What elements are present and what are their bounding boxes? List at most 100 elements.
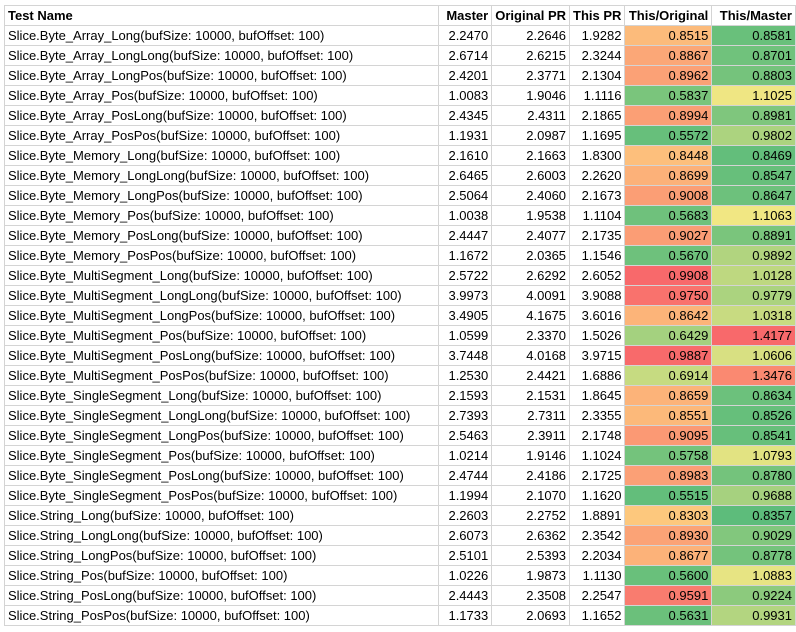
original-pr-cell[interactable]: 2.6003 bbox=[491, 165, 571, 186]
master-cell[interactable]: 2.2603 bbox=[438, 505, 493, 526]
this-master-cell[interactable]: 0.9892 bbox=[711, 245, 796, 266]
master-cell[interactable]: 1.0083 bbox=[438, 85, 493, 106]
this-master-cell[interactable]: 0.9224 bbox=[711, 585, 796, 606]
original-pr-cell[interactable]: 2.0365 bbox=[491, 245, 571, 266]
original-pr-cell[interactable]: 2.3771 bbox=[491, 65, 571, 86]
this-pr-cell[interactable]: 3.9088 bbox=[569, 285, 626, 306]
original-pr-cell[interactable]: 2.6215 bbox=[491, 45, 571, 66]
this-pr-cell[interactable]: 1.8645 bbox=[569, 385, 626, 406]
this-original-cell[interactable]: 0.9750 bbox=[624, 285, 713, 306]
test-name-cell[interactable]: Slice.Byte_Memory_LongPos(bufSize: 10000… bbox=[3, 185, 440, 206]
original-pr-cell[interactable]: 2.0693 bbox=[491, 605, 571, 626]
test-name-cell[interactable]: Slice.Byte_SingleSegment_Pos(bufSize: 10… bbox=[3, 445, 440, 466]
original-pr-cell[interactable]: 2.1070 bbox=[491, 485, 571, 506]
this-master-cell[interactable]: 0.9779 bbox=[711, 285, 796, 306]
test-name-cell[interactable]: Slice.Byte_MultiSegment_Pos(bufSize: 100… bbox=[3, 325, 440, 346]
this-pr-cell[interactable]: 2.3355 bbox=[569, 405, 626, 426]
test-name-cell[interactable]: Slice.Byte_Array_LongPos(bufSize: 10000,… bbox=[3, 65, 440, 86]
this-master-cell[interactable]: 1.0883 bbox=[711, 565, 796, 586]
original-pr-cell[interactable]: 4.0091 bbox=[491, 285, 571, 306]
this-pr-cell[interactable]: 1.6886 bbox=[569, 365, 626, 386]
this-master-cell[interactable]: 1.0128 bbox=[711, 265, 796, 286]
test-name-cell[interactable]: Slice.Byte_SingleSegment_Long(bufSize: 1… bbox=[3, 385, 440, 406]
this-master-cell[interactable]: 0.8357 bbox=[711, 505, 796, 526]
master-cell[interactable]: 2.4744 bbox=[438, 465, 493, 486]
master-cell[interactable]: 2.1610 bbox=[438, 145, 493, 166]
this-master-cell[interactable]: 0.8634 bbox=[711, 385, 796, 406]
original-pr-cell[interactable]: 1.9046 bbox=[491, 85, 571, 106]
test-name-cell[interactable]: Slice.String_Pos(bufSize: 10000, bufOffs… bbox=[3, 565, 440, 586]
master-cell[interactable]: 1.0226 bbox=[438, 565, 493, 586]
master-cell[interactable]: 2.6465 bbox=[438, 165, 493, 186]
master-cell[interactable]: 2.4447 bbox=[438, 225, 493, 246]
original-pr-cell[interactable]: 2.4077 bbox=[491, 225, 571, 246]
master-cell[interactable]: 2.5064 bbox=[438, 185, 493, 206]
this-original-cell[interactable]: 0.8642 bbox=[624, 305, 713, 326]
original-pr-cell[interactable]: 2.3508 bbox=[491, 585, 571, 606]
original-pr-cell[interactable]: 2.2646 bbox=[491, 25, 571, 46]
this-original-cell[interactable]: 0.8659 bbox=[624, 385, 713, 406]
this-original-cell[interactable]: 0.9027 bbox=[624, 225, 713, 246]
this-master-cell[interactable]: 1.0606 bbox=[711, 345, 796, 366]
header-this-original[interactable]: This/Original bbox=[624, 5, 713, 26]
this-master-cell[interactable]: 1.0793 bbox=[711, 445, 796, 466]
this-original-cell[interactable]: 0.8448 bbox=[624, 145, 713, 166]
master-cell[interactable]: 1.1733 bbox=[438, 605, 493, 626]
test-name-cell[interactable]: Slice.Byte_Memory_PosPos(bufSize: 10000,… bbox=[3, 245, 440, 266]
this-pr-cell[interactable]: 1.8300 bbox=[569, 145, 626, 166]
master-cell[interactable]: 1.2530 bbox=[438, 365, 493, 386]
master-cell[interactable]: 3.4905 bbox=[438, 305, 493, 326]
this-master-cell[interactable]: 0.9931 bbox=[711, 605, 796, 626]
original-pr-cell[interactable]: 2.3911 bbox=[491, 425, 571, 446]
master-cell[interactable]: 1.1672 bbox=[438, 245, 493, 266]
master-cell[interactable]: 3.9973 bbox=[438, 285, 493, 306]
master-cell[interactable]: 2.6714 bbox=[438, 45, 493, 66]
master-cell[interactable]: 1.0214 bbox=[438, 445, 493, 466]
this-master-cell[interactable]: 1.1025 bbox=[711, 85, 796, 106]
test-name-cell[interactable]: Slice.Byte_Memory_PosLong(bufSize: 10000… bbox=[3, 225, 440, 246]
master-cell[interactable]: 2.1593 bbox=[438, 385, 493, 406]
master-cell[interactable]: 2.6073 bbox=[438, 525, 493, 546]
master-cell[interactable]: 1.0599 bbox=[438, 325, 493, 346]
this-master-cell[interactable]: 0.9688 bbox=[711, 485, 796, 506]
this-pr-cell[interactable]: 2.2620 bbox=[569, 165, 626, 186]
test-name-cell[interactable]: Slice.Byte_Array_Long(bufSize: 10000, bu… bbox=[3, 25, 440, 46]
original-pr-cell[interactable]: 2.3370 bbox=[491, 325, 571, 346]
this-original-cell[interactable]: 0.5758 bbox=[624, 445, 713, 466]
master-cell[interactable]: 2.5101 bbox=[438, 545, 493, 566]
test-name-cell[interactable]: Slice.Byte_SingleSegment_PosPos(bufSize:… bbox=[3, 485, 440, 506]
this-pr-cell[interactable]: 1.1024 bbox=[569, 445, 626, 466]
this-original-cell[interactable]: 0.8699 bbox=[624, 165, 713, 186]
master-cell[interactable]: 2.4345 bbox=[438, 105, 493, 126]
this-pr-cell[interactable]: 2.1865 bbox=[569, 105, 626, 126]
this-pr-cell[interactable]: 1.5026 bbox=[569, 325, 626, 346]
this-pr-cell[interactable]: 2.2034 bbox=[569, 545, 626, 566]
this-original-cell[interactable]: 0.5631 bbox=[624, 605, 713, 626]
this-pr-cell[interactable]: 1.1620 bbox=[569, 485, 626, 506]
this-pr-cell[interactable]: 2.1304 bbox=[569, 65, 626, 86]
this-master-cell[interactable]: 0.8526 bbox=[711, 405, 796, 426]
test-name-cell[interactable]: Slice.Byte_SingleSegment_LongLong(bufSiz… bbox=[3, 405, 440, 426]
original-pr-cell[interactable]: 2.6292 bbox=[491, 265, 571, 286]
original-pr-cell[interactable]: 2.6362 bbox=[491, 525, 571, 546]
this-pr-cell[interactable]: 2.1748 bbox=[569, 425, 626, 446]
this-master-cell[interactable]: 0.8778 bbox=[711, 545, 796, 566]
this-pr-cell[interactable]: 2.1735 bbox=[569, 225, 626, 246]
this-pr-cell[interactable]: 1.9282 bbox=[569, 25, 626, 46]
test-name-cell[interactable]: Slice.Byte_Memory_Pos(bufSize: 10000, bu… bbox=[3, 205, 440, 226]
master-cell[interactable]: 2.2470 bbox=[438, 25, 493, 46]
this-original-cell[interactable]: 0.8930 bbox=[624, 525, 713, 546]
this-original-cell[interactable]: 0.5572 bbox=[624, 125, 713, 146]
this-pr-cell[interactable]: 2.1673 bbox=[569, 185, 626, 206]
this-pr-cell[interactable]: 1.1652 bbox=[569, 605, 626, 626]
this-original-cell[interactable]: 0.9887 bbox=[624, 345, 713, 366]
master-cell[interactable]: 1.1994 bbox=[438, 485, 493, 506]
master-cell[interactable]: 2.7393 bbox=[438, 405, 493, 426]
this-master-cell[interactable]: 0.8581 bbox=[711, 25, 796, 46]
original-pr-cell[interactable]: 2.1663 bbox=[491, 145, 571, 166]
original-pr-cell[interactable]: 2.0987 bbox=[491, 125, 571, 146]
this-original-cell[interactable]: 0.8867 bbox=[624, 45, 713, 66]
header-this-master[interactable]: This/Master bbox=[711, 5, 796, 26]
this-original-cell[interactable]: 0.5837 bbox=[624, 85, 713, 106]
test-name-cell[interactable]: Slice.Byte_MultiSegment_LongLong(bufSize… bbox=[3, 285, 440, 306]
